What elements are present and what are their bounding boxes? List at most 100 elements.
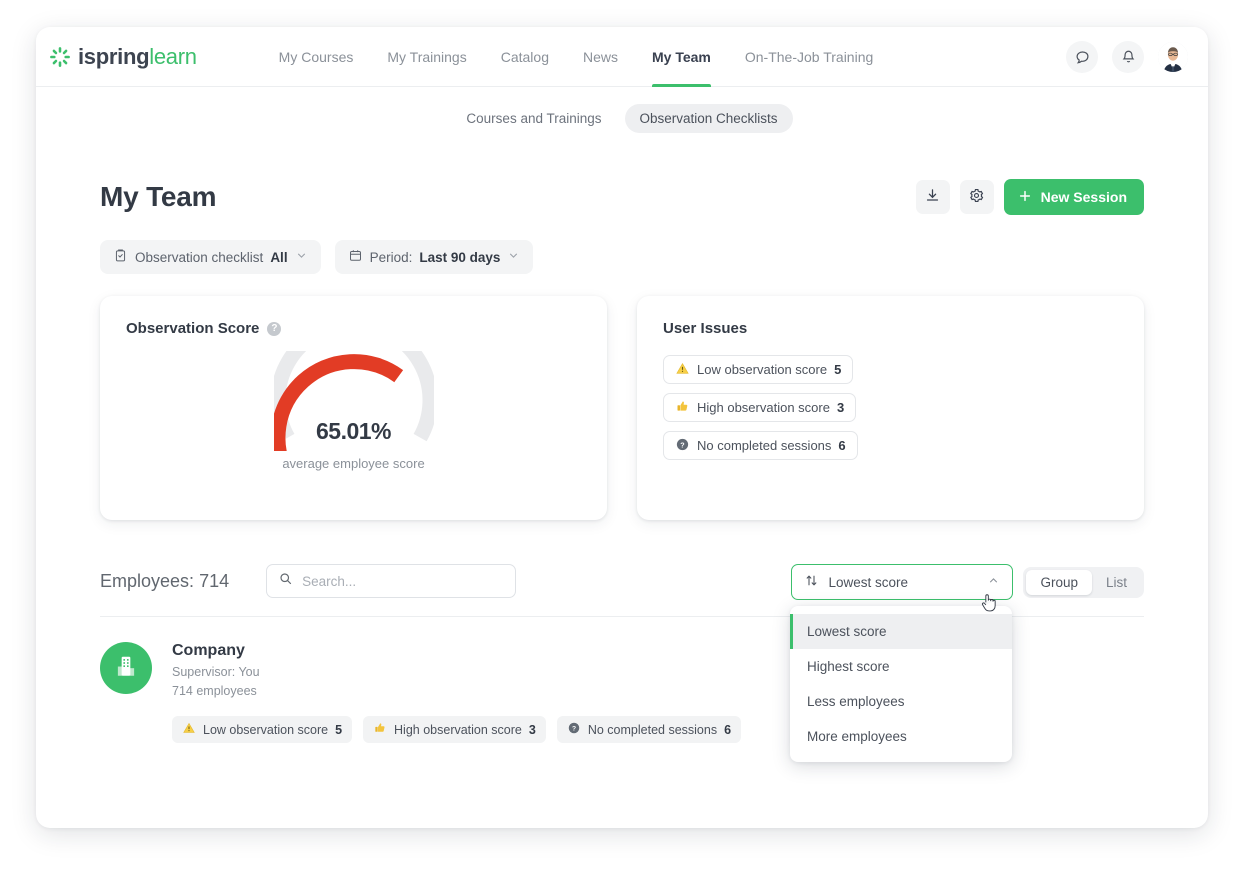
badge-no-completed-sessions[interactable]: ? No completed sessions 6 bbox=[557, 716, 741, 743]
issue-no-completed-sessions[interactable]: ? No completed sessions 6 bbox=[663, 431, 858, 460]
sub-tab-bar: Courses and Trainings Observation Checkl… bbox=[36, 87, 1208, 133]
tab-label: Observation Checklists bbox=[640, 111, 778, 126]
question-circle-icon: ? bbox=[567, 721, 581, 738]
filter-value: All bbox=[270, 250, 287, 265]
badge-count: 3 bbox=[529, 723, 536, 737]
employees-toolbar: Employees: 714 bbox=[100, 564, 1144, 598]
building-icon bbox=[113, 653, 139, 684]
nav-item-catalog[interactable]: Catalog bbox=[484, 27, 566, 87]
new-session-button[interactable]: New Session bbox=[1004, 179, 1144, 215]
badge-count: 5 bbox=[335, 723, 342, 737]
tab-courses-and-trainings[interactable]: Courses and Trainings bbox=[451, 104, 616, 133]
badge-high-observation-score[interactable]: High observation score 3 bbox=[363, 716, 546, 743]
observation-score-title: Observation Score bbox=[126, 320, 259, 337]
nav-label: On-The-Job Training bbox=[745, 49, 873, 65]
chat-bubble-icon[interactable] bbox=[1066, 41, 1098, 73]
issue-low-observation-score[interactable]: Low observation score 5 bbox=[663, 355, 853, 384]
filter-observation-checklist[interactable]: Observation checklist All bbox=[100, 240, 321, 274]
gauge-value: 65.01% bbox=[274, 418, 434, 445]
chevron-down-icon bbox=[507, 249, 520, 265]
thumbs-up-icon bbox=[373, 721, 387, 738]
brand-logo[interactable]: ispringlearn bbox=[49, 44, 197, 70]
nav-label: Catalog bbox=[501, 49, 549, 65]
tab-observation-checklists[interactable]: Observation Checklists bbox=[625, 104, 793, 133]
issue-count: 5 bbox=[834, 362, 841, 377]
top-navigation-bar: ispringlearn My Courses My Trainings Cat… bbox=[36, 27, 1208, 87]
search-box[interactable] bbox=[266, 564, 516, 598]
sort-arrows-icon bbox=[804, 573, 819, 591]
badge-low-observation-score[interactable]: Low observation score 5 bbox=[172, 716, 352, 743]
page-content: My Team bbox=[36, 179, 1208, 743]
brand-name: ispringlearn bbox=[78, 44, 197, 70]
top-bar-actions bbox=[1066, 27, 1188, 87]
svg-text:?: ? bbox=[572, 726, 576, 733]
app-window: ispringlearn My Courses My Trainings Cat… bbox=[36, 27, 1208, 828]
observation-score-gauge: 65.01% average employee score bbox=[126, 351, 581, 471]
sort-option-label: Less employees bbox=[807, 694, 905, 709]
plus-icon bbox=[1017, 188, 1033, 207]
card-title: Observation Score ? bbox=[126, 320, 581, 337]
new-session-label: New Session bbox=[1041, 189, 1127, 205]
team-supervisor: Supervisor: You bbox=[172, 665, 260, 679]
nav-label: My Trainings bbox=[387, 49, 466, 65]
sort-option-more-employees[interactable]: More employees bbox=[790, 719, 1012, 754]
nav-item-my-courses[interactable]: My Courses bbox=[262, 27, 371, 87]
chevron-up-icon bbox=[987, 574, 1000, 590]
nav-item-my-team[interactable]: My Team bbox=[635, 27, 728, 87]
clipboard-check-icon bbox=[113, 248, 128, 266]
sort-select[interactable]: Lowest score bbox=[791, 564, 1013, 600]
bell-icon[interactable] bbox=[1112, 41, 1144, 73]
team-employee-count: 714 employees bbox=[172, 684, 260, 698]
chevron-down-icon bbox=[295, 249, 308, 265]
team-avatar bbox=[100, 642, 152, 694]
view-toggle-label: Group bbox=[1040, 575, 1078, 590]
tab-label: Courses and Trainings bbox=[466, 111, 601, 126]
view-toggle-label: List bbox=[1106, 575, 1127, 590]
sort-option-label: Highest score bbox=[807, 659, 890, 674]
download-icon bbox=[924, 187, 941, 207]
issue-count: 3 bbox=[837, 400, 844, 415]
issue-label: No completed sessions bbox=[697, 438, 831, 453]
badge-label: Low observation score bbox=[203, 723, 328, 737]
header-actions: New Session bbox=[916, 179, 1144, 215]
nav-item-news[interactable]: News bbox=[566, 27, 635, 87]
sort-selected-value: Lowest score bbox=[828, 575, 908, 590]
sort-option-highest-score[interactable]: Highest score bbox=[790, 649, 1012, 684]
sort-dropdown-menu: Lowest score Highest score Less employee… bbox=[790, 606, 1012, 762]
sort-option-lowest-score[interactable]: Lowest score bbox=[790, 614, 1012, 649]
help-icon[interactable]: ? bbox=[267, 322, 281, 336]
issue-label: High observation score bbox=[697, 400, 830, 415]
svg-text:?: ? bbox=[680, 441, 684, 449]
gauge-chart: 65.01% bbox=[274, 351, 434, 447]
gauge-caption: average employee score bbox=[282, 456, 424, 471]
settings-button[interactable] bbox=[960, 180, 994, 214]
observation-score-card: Observation Score ? 65.01% average emplo… bbox=[100, 296, 607, 520]
download-button[interactable] bbox=[916, 180, 950, 214]
warning-triangle-icon bbox=[675, 361, 690, 379]
nav-label: My Team bbox=[652, 49, 711, 65]
page-title: My Team bbox=[100, 181, 216, 213]
sort-option-less-employees[interactable]: Less employees bbox=[790, 684, 1012, 719]
nav-label: My Courses bbox=[279, 49, 354, 65]
employees-toolbar-right: Lowest score Group List Lowest score Hig… bbox=[791, 564, 1144, 600]
nav-item-my-trainings[interactable]: My Trainings bbox=[370, 27, 483, 87]
filter-label: Period: bbox=[370, 250, 413, 265]
view-toggle-list[interactable]: List bbox=[1092, 570, 1141, 595]
question-circle-icon: ? bbox=[675, 437, 690, 455]
sort-option-label: More employees bbox=[807, 729, 907, 744]
view-toggle: Group List bbox=[1023, 567, 1144, 598]
nav-item-on-the-job-training[interactable]: On-The-Job Training bbox=[728, 27, 890, 87]
gear-icon bbox=[968, 187, 985, 207]
issue-count: 6 bbox=[838, 438, 845, 453]
employees-count-label: Employees: bbox=[100, 571, 194, 591]
filter-period[interactable]: Period: Last 90 days bbox=[335, 240, 534, 274]
team-row-info: Company Supervisor: You 714 employees bbox=[172, 642, 260, 698]
view-toggle-group[interactable]: Group bbox=[1026, 570, 1092, 595]
search-icon bbox=[278, 571, 293, 591]
brand-name-green: learn bbox=[149, 44, 196, 69]
main-nav: My Courses My Trainings Catalog News My … bbox=[262, 27, 891, 87]
issue-high-observation-score[interactable]: High observation score 3 bbox=[663, 393, 856, 422]
user-avatar[interactable] bbox=[1158, 42, 1188, 72]
search-input[interactable] bbox=[302, 574, 504, 589]
user-issues-list: Low observation score 5 High observation… bbox=[663, 355, 1118, 460]
